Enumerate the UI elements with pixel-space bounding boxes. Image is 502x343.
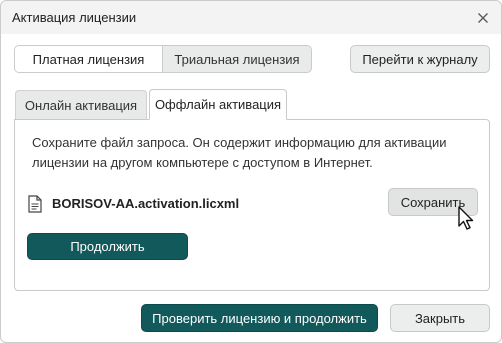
request-file-name: BORISOV-AA.activation.licxml [52,196,240,211]
continue-button[interactable]: Продолжить [27,233,188,260]
title-bar: Активация лицензии [1,1,501,34]
close-icon [478,13,488,23]
offline-description: Сохраните файл запроса. Он содержит инфо… [32,135,447,170]
license-type-switch: Платная лицензия Триальная лицензия [14,45,312,73]
check-license-continue-button[interactable]: Проверить лицензию и продолжить [141,304,378,332]
close-window-button[interactable] [473,8,493,28]
file-icon [28,195,42,213]
paid-license-option[interactable]: Платная лицензия [15,46,163,72]
tab-offline-activation[interactable]: Оффлайн активация [149,89,287,120]
trial-license-option[interactable]: Триальная лицензия [163,46,311,72]
go-to-journal-button[interactable]: Перейти к журналу [350,45,490,73]
tab-online-activation[interactable]: Онлайн активация [15,90,147,119]
offline-activation-panel: Сохраните файл запроса. Он содержит инфо… [14,119,490,291]
save-request-button[interactable]: Сохранить [388,188,478,216]
close-button[interactable]: Закрыть [390,304,490,332]
license-activation-dialog: Активация лицензии Платная лицензия Триа… [0,0,502,343]
window-title: Активация лицензии [12,10,137,25]
